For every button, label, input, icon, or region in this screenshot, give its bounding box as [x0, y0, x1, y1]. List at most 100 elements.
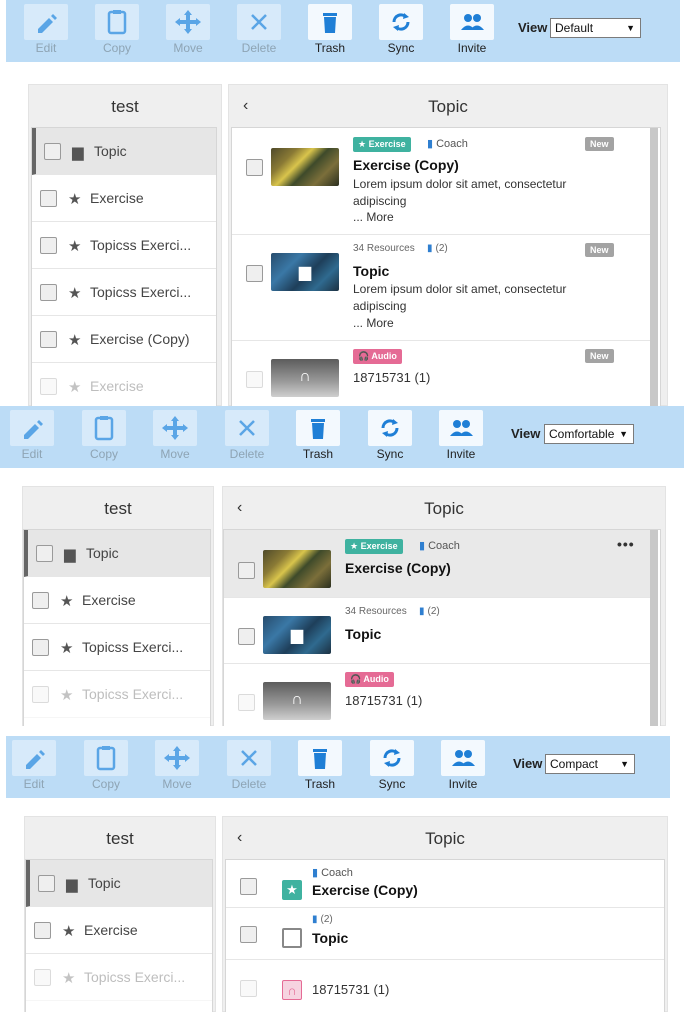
list-item-audio[interactable]: ∩ 18715731 (1): [226, 960, 664, 1012]
scrollbar[interactable]: [649, 530, 658, 726]
list-item-topic[interactable]: ▮ (2) Topic: [226, 908, 664, 960]
checkbox[interactable]: [40, 331, 57, 348]
tree-item-topicss-exercise-2[interactable]: ★ Topicss Exerci...: [32, 269, 216, 316]
content-panel: Topic ‹ ★ ▮ Coach Exercise (Copy) ▮ (2) To…: [222, 816, 668, 1012]
item-title[interactable]: 18715731 (1): [353, 370, 430, 385]
checkbox[interactable]: [40, 284, 57, 301]
checkbox[interactable]: [246, 371, 263, 388]
audio-thumbnail: ∩: [263, 682, 331, 720]
checkbox[interactable]: [40, 378, 57, 395]
content-list: ★ Exercise ▮ Coach ••• Exercise (Copy) ▆ …: [223, 529, 661, 726]
tree-item-topic[interactable]: ▆ Topic: [26, 860, 212, 907]
view-label: View: [518, 20, 548, 35]
tree-item-exercise[interactable]: ★ Exercise: [32, 175, 216, 222]
tree-item-topicss-exercise[interactable]: ★ Topicss Exerci...: [32, 222, 216, 269]
checkbox[interactable]: [238, 694, 255, 711]
checkbox[interactable]: [240, 878, 257, 895]
new-badge: New: [585, 137, 614, 151]
coach-count: ▮ (2): [312, 914, 333, 925]
comfortable-view-section: Edit Copy Move Delete Trash Sync Invite …: [0, 406, 684, 726]
item-title[interactable]: 18715731 (1): [345, 693, 422, 708]
view-select[interactable]: Comfortable ▼: [544, 424, 634, 444]
checkbox[interactable]: [32, 686, 49, 703]
list-item-exercise[interactable]: ★ Exercise ▮ Coach ••• Exercise (Copy): [224, 530, 650, 598]
tree-item-exercise[interactable]: ★ Exercise: [24, 577, 210, 624]
view-select[interactable]: Default ▼: [550, 18, 641, 38]
chevron-left-icon[interactable]: ‹: [243, 85, 248, 127]
folder-icon: ▆: [72, 144, 84, 161]
invite-button[interactable]: Invite: [433, 410, 489, 468]
tree-item-topic[interactable]: ▆ Topic: [24, 530, 210, 577]
checkbox[interactable]: [246, 159, 263, 176]
item-title[interactable]: Exercise (Copy): [345, 560, 451, 576]
view-select[interactable]: Compact ▼: [545, 754, 635, 774]
checkbox[interactable]: [38, 875, 55, 892]
tree-item-topicss-exercise[interactable]: ★ Topicss Exerci...: [26, 954, 212, 1001]
delete-button[interactable]: Delete: [221, 740, 277, 798]
copy-button[interactable]: Copy: [78, 740, 134, 798]
checkbox[interactable]: [34, 922, 51, 939]
checkbox[interactable]: [240, 980, 257, 997]
edit-button[interactable]: Edit: [18, 4, 74, 62]
scrollbar[interactable]: [649, 128, 658, 406]
checkbox[interactable]: [44, 143, 61, 160]
edit-button[interactable]: Edit: [4, 410, 60, 468]
trash-button[interactable]: Trash: [290, 410, 346, 468]
new-badge: New: [585, 349, 614, 363]
checkbox[interactable]: [32, 592, 49, 609]
copy-button[interactable]: Copy: [76, 410, 132, 468]
sync-button[interactable]: Sync: [373, 4, 429, 62]
view-label: View: [511, 426, 541, 441]
sync-button[interactable]: Sync: [364, 740, 420, 798]
checkbox[interactable]: [36, 545, 53, 562]
move-arrows-icon: [166, 4, 210, 40]
invite-button[interactable]: Invite: [444, 4, 500, 62]
list-item-topic[interactable]: ▆ 34 Resources ▮ (2) Topic: [224, 598, 650, 664]
sync-button[interactable]: Sync: [362, 410, 418, 468]
tree-item-topicss-exercise-2[interactable]: ★ Topicss Exerci...: [24, 671, 210, 718]
chevron-left-icon[interactable]: ‹: [237, 487, 242, 529]
item-title[interactable]: Topic: [312, 930, 348, 946]
more-link[interactable]: ... More: [353, 316, 394, 330]
list-item-audio[interactable]: ∩ 🎧 Audio New 18715731 (1): [232, 341, 650, 406]
copy-button[interactable]: Copy: [89, 4, 145, 62]
list-item-exercise[interactable]: ★ Exercise ▮ Coach New Exercise (Copy) Lo…: [232, 128, 650, 235]
checkbox[interactable]: [238, 628, 255, 645]
checkbox[interactable]: [238, 562, 255, 579]
checkbox[interactable]: [246, 265, 263, 282]
checkbox[interactable]: [34, 969, 51, 986]
tree-item-exercise[interactable]: ★ Exercise: [26, 907, 212, 954]
clipboard-icon: [82, 410, 126, 446]
delete-button[interactable]: Delete: [231, 4, 287, 62]
item-title[interactable]: Topic: [353, 263, 389, 279]
tree-item-exercise-copy[interactable]: ★ Exercise (Copy): [32, 316, 216, 363]
folder-icon: ▆: [66, 876, 78, 893]
item-title[interactable]: Exercise (Copy): [353, 157, 459, 173]
item-title[interactable]: 18715731 (1): [312, 982, 389, 997]
more-link[interactable]: ... More: [353, 210, 394, 224]
checkbox[interactable]: [40, 190, 57, 207]
delete-button[interactable]: Delete: [219, 410, 275, 468]
list-item-exercise[interactable]: ★ ▮ Coach Exercise (Copy): [226, 860, 664, 908]
checkbox[interactable]: [240, 926, 257, 943]
trash-button[interactable]: Trash: [292, 740, 348, 798]
tree-item-topicss-exercise[interactable]: ★ Topicss Exerci...: [24, 624, 210, 671]
tree-item-topic[interactable]: ▆ Topic: [32, 128, 216, 175]
item-title[interactable]: Exercise (Copy): [312, 882, 418, 898]
list-item-audio[interactable]: ∩ 🎧 Audio 18715731 (1): [224, 664, 650, 726]
invite-button[interactable]: Invite: [435, 740, 491, 798]
move-button[interactable]: Move: [147, 410, 203, 468]
star-icon: ★: [68, 332, 82, 349]
tree-item-exercise-2[interactable]: ★ Exercise: [32, 363, 216, 406]
move-button[interactable]: Move: [149, 740, 205, 798]
trash-button[interactable]: Trash: [302, 4, 358, 62]
edit-button[interactable]: Edit: [6, 740, 62, 798]
move-button[interactable]: Move: [160, 4, 216, 62]
item-title[interactable]: Topic: [345, 626, 381, 642]
checkbox[interactable]: [32, 639, 49, 656]
checkbox[interactable]: [40, 237, 57, 254]
chevron-left-icon[interactable]: ‹: [237, 817, 242, 859]
more-options-icon[interactable]: •••: [617, 536, 635, 552]
list-item-topic[interactable]: ▆ 34 Resources ▮ (2) New Topic Lorem ipsu…: [232, 235, 650, 341]
users-icon: [441, 740, 485, 776]
